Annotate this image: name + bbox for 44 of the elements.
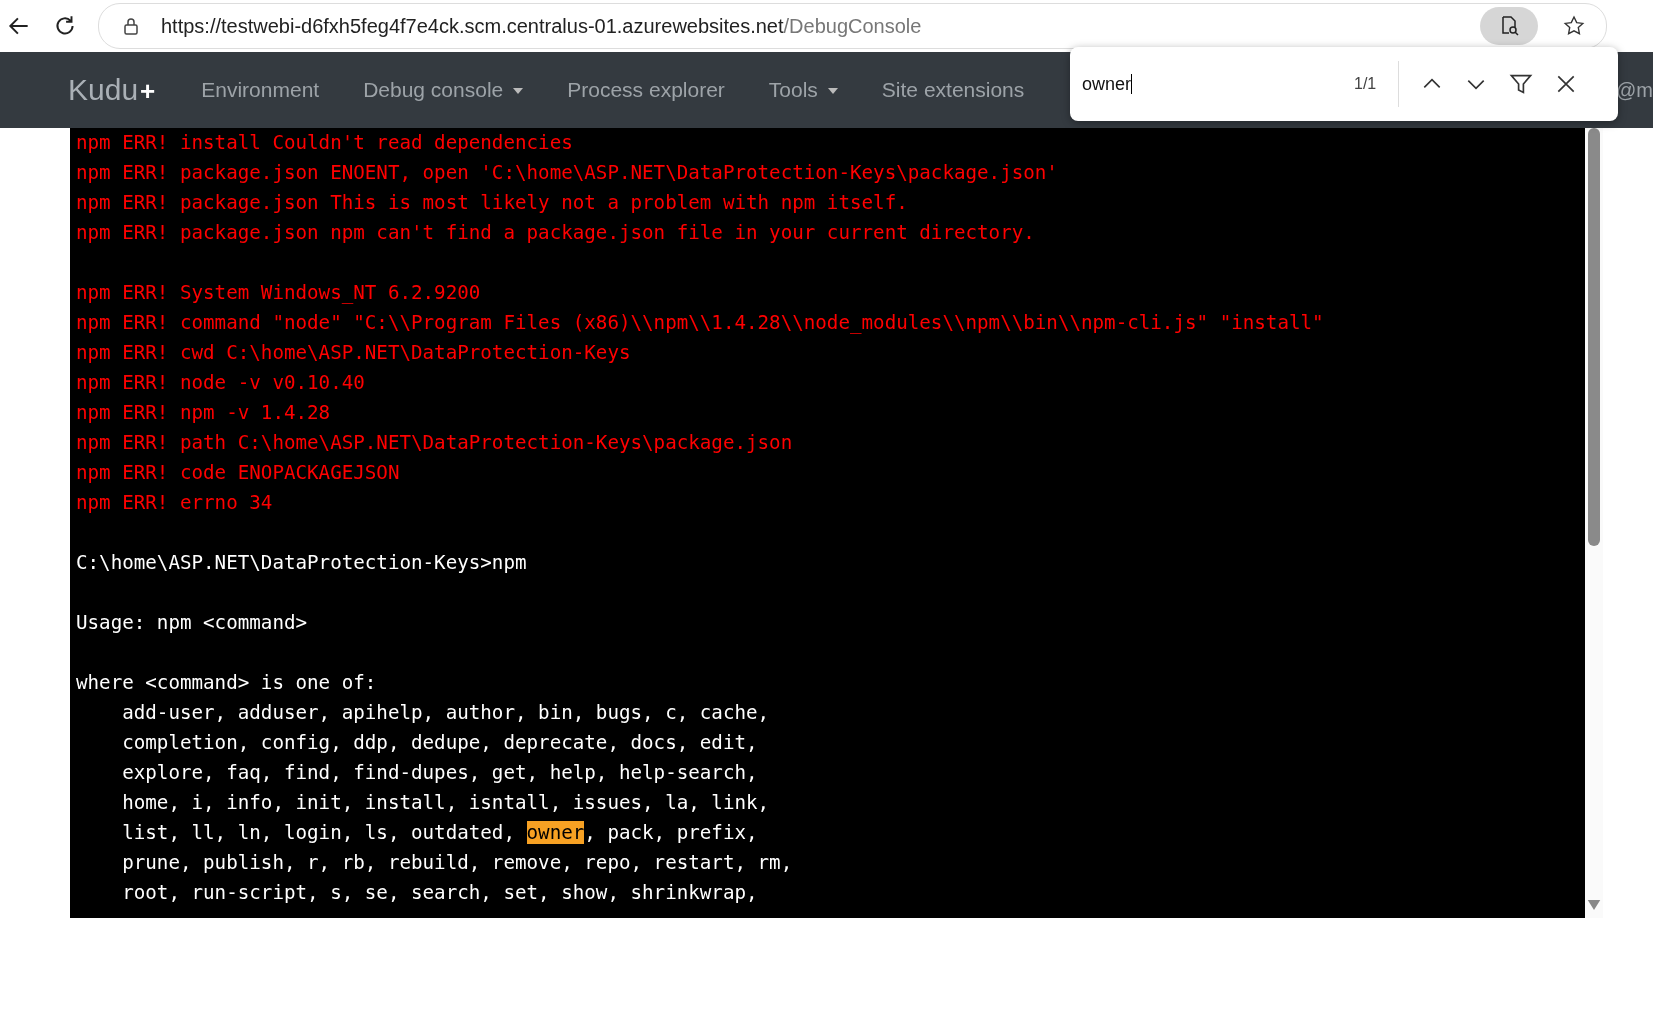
error-line: npm ERR! path C:\home\ASP.NET\DataProtection-Keys\package.json <box>76 430 794 456</box>
output-line: where <command> is one of: <box>76 670 378 696</box>
logo-text[interactable]: Kudu <box>68 73 139 107</box>
scroll-down-icon[interactable] <box>1587 900 1601 910</box>
nav-link[interactable]: Site extensions <box>859 78 1047 102</box>
error-line: npm ERR! cwd C:\home\ASP.NET\DataProtection-Keys <box>76 340 632 366</box>
output-line: C:\home\ASP.NET\DataProtection-Keys>npm <box>76 550 528 576</box>
output-line: Usage: npm <command> <box>76 610 309 636</box>
error-line: npm ERR! install Couldn't read dependencies <box>76 130 574 156</box>
scrollbar[interactable] <box>1585 128 1603 918</box>
caret-icon <box>513 88 524 94</box>
output-line: add-user, adduser, apihelp, author, bin, bugs, c, cache, <box>121 700 771 726</box>
nav-link[interactable]: Tools <box>746 78 860 102</box>
caret-icon <box>827 88 838 94</box>
error-line: npm ERR! System Windows_NT 6.2.9200 <box>76 280 482 306</box>
output-line: explore, faq, find, find-dupes, get, help, help-search, <box>121 760 759 786</box>
error-line: npm ERR! errno 34 <box>76 490 274 516</box>
find-field[interactable]: owner <box>1082 73 1322 95</box>
star-icon[interactable] <box>1562 14 1586 38</box>
output-line: completion, config, ddp, dedupe, deprecate, docs, edit, <box>121 730 759 756</box>
output-line: root, run-script, s, se, search, set, show, shrinkwrap, <box>121 880 759 906</box>
output-line: list, ll, ln, login, ls, outdated, owner, pack, prefix, <box>121 820 759 846</box>
lock-icon[interactable] <box>121 16 141 36</box>
search-highlight: owner <box>526 821 585 844</box>
match-count: 1/1 <box>1354 75 1377 93</box>
filter-icon[interactable] <box>1509 72 1534 96</box>
error-line: npm ERR! code ENOPACKAGEJSON <box>76 460 401 486</box>
user-name[interactable]: @m <box>1616 78 1653 102</box>
nav-link[interactable]: Process explorer <box>545 78 747 102</box>
logo-plus: + <box>140 76 156 107</box>
error-line: npm ERR! package.json npm can't find a package.json file in your current directory. <box>76 220 1036 246</box>
error-line: npm ERR! package.json ENOENT, open 'C:\home\ASP.NET\DataProtection-Keys\package.json' <box>76 160 1059 186</box>
error-line: npm ERR! npm -v 1.4.28 <box>76 400 332 426</box>
error-line: npm ERR! package.json This is most likely not a problem with npm itself. <box>76 190 909 216</box>
output-line: prune, publish, r, rb, rebuild, remove, repo, restart, rm, <box>121 850 794 876</box>
nav-link[interactable]: Debug console <box>341 78 546 102</box>
url-path: /DebugConsole <box>783 14 922 37</box>
nav-link[interactable]: Environment <box>179 78 342 102</box>
output-line: home, i, info, init, install, isntall, issues, la, link, <box>121 790 771 816</box>
reader-button[interactable] <box>1480 7 1538 45</box>
error-line: npm ERR! node -v v0.10.40 <box>76 370 366 396</box>
error-line: npm ERR! command "node" "C:\\Program Files (x86)\\npm\\1.4.28\\node_modules\\npm\\bin\\npm-cli.js" "install" <box>76 310 1325 336</box>
url-host: https://testwebi-d6fxh5feg4f7e4ck.scm.centralus-01.azurewebsites.net <box>161 14 784 37</box>
scrollbar-thumb[interactable] <box>1588 128 1600 546</box>
